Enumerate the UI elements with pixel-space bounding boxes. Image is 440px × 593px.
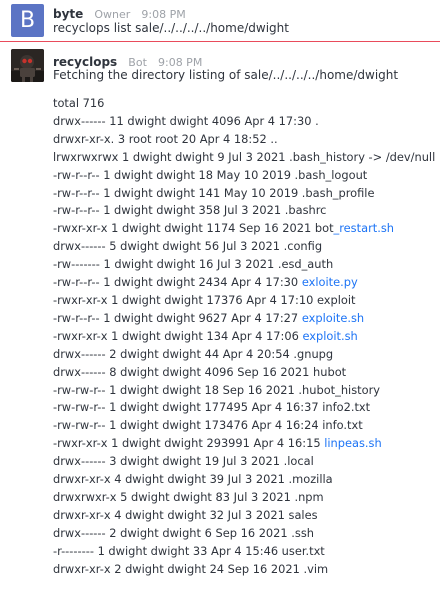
listing-row: -rwxr-xr-x 1 dwight dwight 17376 Apr 4 1… — [53, 292, 435, 310]
listing-row-text: -rw-rw-r-- 1 dwight dwight 177495 Apr 4 … — [53, 400, 371, 415]
listing-row-text: -rw-r--r-- 1 dwight dwight 9627 Apr 4 17… — [53, 310, 302, 325]
listing-row: -rwxr-xr-x 1 dwight dwight 1174 Sep 16 2… — [53, 220, 435, 238]
listing-row: drwx------ 8 dwight dwight 4096 Sep 16 2… — [53, 364, 435, 382]
listing-row: -rwxr-xr-x 1 dwight dwight 134 Apr 4 17:… — [53, 328, 435, 346]
listing-row-text: -rwxr-xr-x 1 dwight dwight 1174 Sep 16 2… — [53, 221, 334, 236]
listing-row-text: -rw-r--r-- 1 dwight dwight 2434 Apr 4 17… — [53, 275, 302, 290]
avatar-letter: B — [19, 8, 36, 33]
listing-row: drwx------ 2 dwight dwight 6 Sep 16 2021… — [53, 525, 435, 543]
listing-row-text: drwx------ 11 dwight dwight 4096 Apr 4 1… — [53, 113, 319, 128]
listing-row-text: drwx------ 8 dwight dwight 4096 Sep 16 2… — [53, 364, 347, 379]
file-link[interactable]: exploit.sh — [302, 329, 357, 343]
file-link[interactable]: linpeas.sh — [324, 436, 381, 450]
listing-row-text: drwx------ 2 dwight dwight 44 Apr 4 20:5… — [53, 346, 334, 361]
listing-row: drwx------ 3 dwight dwight 19 Jul 3 2021… — [53, 453, 435, 471]
listing-row-text: drwxr-xr-x 4 dwight dwight 39 Jul 3 2021… — [53, 472, 333, 487]
listing-row-text: drwxr-xr-x 2 dwight dwight 24 Sep 16 202… — [53, 561, 329, 576]
listing-row: drwxrwxr-x 5 dwight dwight 83 Jul 3 2021… — [53, 489, 435, 507]
listing-row: -rw-r--r-- 1 dwight dwight 9627 Apr 4 17… — [53, 310, 435, 328]
listing-row-text: -rwxr-xr-x 1 dwight dwight 17376 Apr 4 1… — [53, 292, 356, 307]
listing-row-text: drwxrwxr-x 5 dwight dwight 83 Jul 3 2021… — [53, 489, 324, 504]
listing-row: lrwxrwxrwx 1 dwight dwight 9 Jul 3 2021 … — [53, 149, 435, 167]
role-badge: Owner — [94, 8, 131, 21]
listing-row-text: drwxr-xr-x 4 dwight dwight 32 Jul 3 2021… — [53, 507, 318, 522]
listing-row-text: -rw-rw-r-- 1 dwight dwight 173476 Apr 4 … — [53, 418, 363, 433]
listing-row: -rw-rw-r-- 1 dwight dwight 18 Sep 16 202… — [53, 382, 435, 400]
listing-row-text: drwx------ 2 dwight dwight 6 Sep 16 2021… — [53, 525, 315, 540]
listing-row: -rw-r--r-- 1 dwight dwight 358 Jul 3 202… — [53, 202, 435, 220]
author-name[interactable]: byte — [53, 7, 83, 21]
listing-row-text: drwx------ 5 dwight dwight 56 Jul 3 2021… — [53, 239, 323, 254]
message-time: 9:08 PM — [141, 8, 186, 21]
message-text: recyclops list sale/../../../../home/dwi… — [53, 21, 289, 35]
listing-row-text: -r-------- 1 dwight dwight 33 Apr 4 15:4… — [53, 543, 325, 558]
listing-row: drwxr-xr-x 2 dwight dwight 24 Sep 16 202… — [53, 561, 435, 579]
listing-row-text: -rw------- 1 dwight dwight 16 Jul 3 2021… — [53, 257, 334, 272]
listing-row: drwxr-xr-x. 3 root root 20 Apr 4 18:52 .… — [53, 131, 435, 149]
listing-row-text: -rwxr-xr-x 1 dwight dwight 293991 Apr 4 … — [53, 436, 325, 451]
listing-row-text: drwxr-xr-x. 3 root root 20 Apr 4 18:52 .… — [53, 131, 278, 146]
listing-row: -rw-rw-r-- 1 dwight dwight 177495 Apr 4 … — [53, 399, 435, 417]
listing-row: total 716 — [53, 95, 435, 113]
message-byte: B byte Owner 9:08 PM recyclops list sale… — [0, 0, 440, 42]
listing-row: -rw-rw-r-- 1 dwight dwight 173476 Apr 4 … — [53, 417, 435, 435]
listing-row-text: total 716 — [53, 96, 105, 110]
listing-row-text: -rw-r--r-- 1 dwight dwight 141 May 10 20… — [53, 185, 375, 200]
listing-row: -rw-r--r-- 1 dwight dwight 2434 Apr 4 17… — [53, 274, 435, 292]
file-link[interactable]: _restart.sh — [334, 221, 394, 235]
listing-row: drwxr-xr-x 4 dwight dwight 32 Jul 3 2021… — [53, 507, 435, 525]
author-name[interactable]: recyclops — [53, 55, 117, 69]
file-link[interactable]: exloite.py — [302, 275, 358, 289]
message-header: byte Owner 9:08 PM — [53, 3, 186, 22]
listing-row: -rw------- 1 dwight dwight 16 Jul 3 2021… — [53, 256, 435, 274]
listing-row: -rwxr-xr-x 1 dwight dwight 293991 Apr 4 … — [53, 435, 435, 453]
file-link[interactable]: exploite.sh — [302, 311, 364, 325]
bot-avatar-image[interactable] — [11, 49, 44, 82]
listing-row: -r-------- 1 dwight dwight 33 Apr 4 15:4… — [53, 543, 435, 561]
listing-row-text: -rw-r--r-- 1 dwight dwight 18 May 10 201… — [53, 167, 368, 182]
listing-row-text: lrwxrwxrwx 1 dwight dwight 9 Jul 3 2021 … — [53, 149, 436, 164]
listing-row: drwx------ 2 dwight dwight 44 Apr 4 20:5… — [53, 346, 435, 364]
directory-listing: total 716 drwx------ 11 dwight dwight 409… — [53, 95, 435, 578]
message-text: Fetching the directory listing of sale/.… — [53, 68, 399, 82]
listing-row-text: -rw-rw-r-- 1 dwight dwight 18 Sep 16 202… — [53, 382, 381, 397]
user-avatar[interactable]: B — [11, 4, 44, 37]
listing-row-text: drwx------ 3 dwight dwight 19 Jul 3 2021… — [53, 454, 314, 469]
listing-row: drwxr-xr-x 4 dwight dwight 39 Jul 3 2021… — [53, 471, 435, 489]
listing-row: -rw-r--r-- 1 dwight dwight 18 May 10 201… — [53, 167, 435, 185]
listing-row-text: -rwxr-xr-x 1 dwight dwight 134 Apr 4 17:… — [53, 328, 303, 343]
listing-row: drwx------ 11 dwight dwight 4096 Apr 4 1… — [53, 113, 435, 131]
listing-row: drwx------ 5 dwight dwight 56 Jul 3 2021… — [53, 238, 435, 256]
listing-row: -rw-r--r-- 1 dwight dwight 141 May 10 20… — [53, 185, 435, 203]
listing-row-text: -rw-r--r-- 1 dwight dwight 358 Jul 3 202… — [53, 203, 327, 218]
